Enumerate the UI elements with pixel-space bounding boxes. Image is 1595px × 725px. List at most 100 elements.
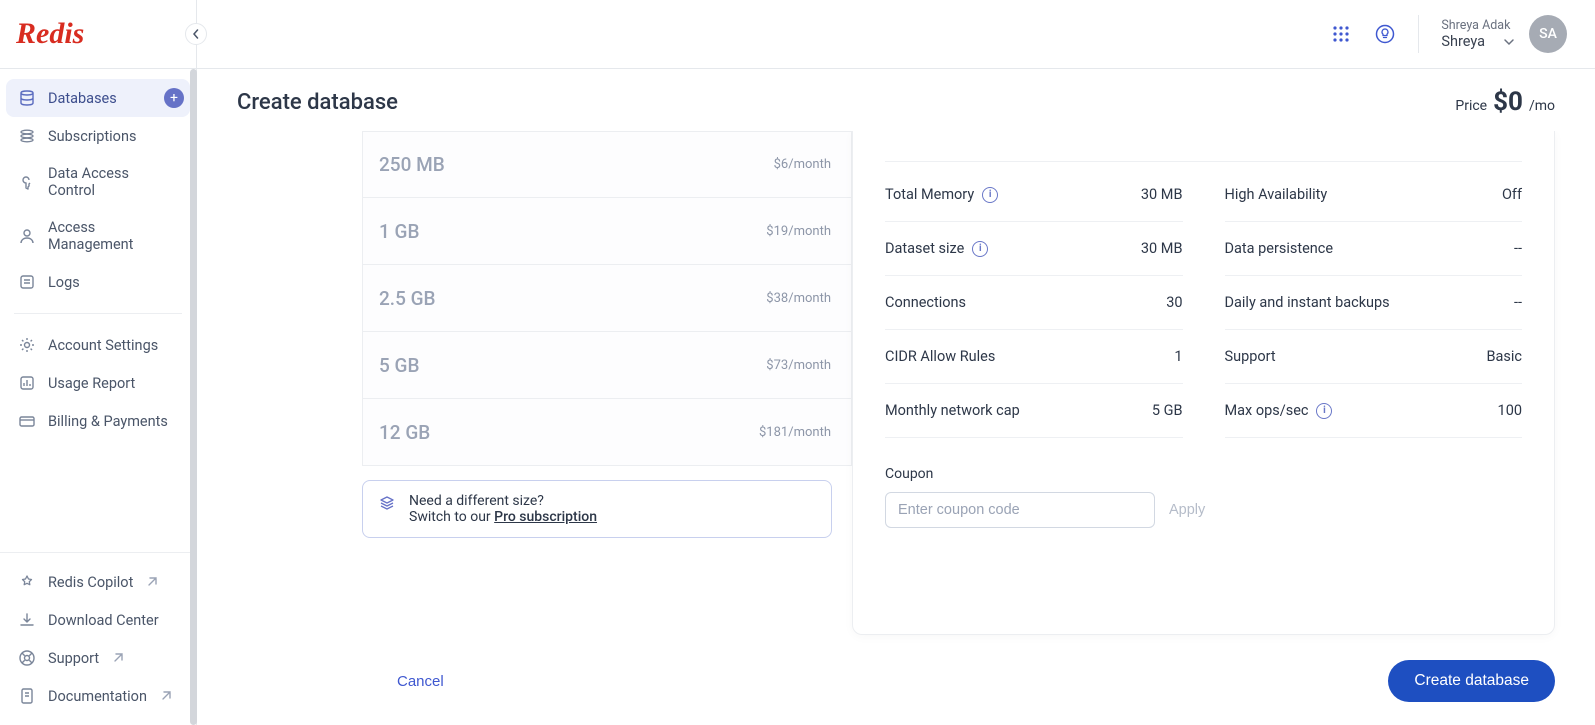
detail-label: Data persistence — [1225, 240, 1334, 257]
sidebar-item-redis-copilot[interactable]: Redis Copilot — [6, 563, 190, 601]
detail-label: Support — [1225, 348, 1276, 365]
tier-price: $6/month — [774, 157, 831, 172]
info-icon[interactable]: i — [982, 187, 998, 203]
sidebar: Redis Databases+ Subscriptions Data Access… — [0, 0, 197, 725]
pro-subscription-link[interactable]: Pro subscription — [494, 509, 597, 525]
price-unit: /mo — [1529, 98, 1555, 114]
detail-row: Monthly network cap 5 GB — [885, 384, 1183, 438]
account-switcher[interactable]: Shreya Adak Shreya SA — [1441, 15, 1567, 53]
sidebar-item-databases[interactable]: Databases+ — [6, 79, 190, 117]
main: Shreya Adak Shreya SA Create database Pr… — [197, 0, 1595, 725]
access-management-icon — [18, 227, 36, 245]
divider — [1418, 15, 1419, 53]
avatar[interactable]: SA — [1529, 15, 1567, 53]
divider — [885, 161, 1522, 162]
tier-option[interactable]: 1 GB$19/month — [362, 198, 852, 265]
create-database-button[interactable]: Create database — [1388, 660, 1555, 702]
detail-value: 5 GB — [1152, 402, 1183, 419]
price-amount: $0 — [1493, 87, 1523, 117]
nav-label: Redis Copilot — [48, 574, 133, 591]
sidebar-item-download-center[interactable]: Download Center — [6, 601, 190, 639]
detail-value: Basic — [1486, 348, 1522, 365]
tier-size: 1 GB — [379, 220, 419, 243]
lightbulb-icon[interactable] — [1374, 23, 1396, 45]
detail-row: Data persistence-- — [1225, 222, 1523, 276]
detail-label: Total Memory i — [885, 186, 998, 203]
coupon-section: Coupon Apply — [885, 466, 1522, 528]
divider — [14, 313, 182, 314]
tier-price: $38/month — [766, 291, 831, 306]
tier-option[interactable]: 250 MB$6/month — [362, 131, 852, 198]
detail-label: Daily and instant backups — [1225, 294, 1390, 311]
detail-row: CIDR Allow Rules1 — [885, 330, 1183, 384]
user-full-name: Shreya Adak — [1441, 18, 1515, 33]
redis-copilot-icon — [18, 573, 36, 591]
tier-size: 2.5 GB — [379, 287, 436, 310]
tier-price: $73/month — [766, 358, 831, 373]
sidebar-item-billing-payments[interactable]: Billing & Payments — [6, 402, 190, 440]
databases-icon — [18, 89, 36, 107]
detail-value: Off — [1502, 186, 1522, 203]
nav-label: Data Access Control — [48, 165, 178, 199]
price-display: Price $0/mo — [1455, 87, 1555, 117]
sidebar-item-data-access-control[interactable]: Data Access Control — [6, 155, 190, 209]
chevron-down-icon — [1503, 36, 1515, 48]
add-database-icon[interactable]: + — [164, 88, 184, 108]
nav-label: Support — [48, 650, 99, 667]
tier-option[interactable]: 5 GB $73/month — [362, 332, 852, 399]
detail-value: 30 MB — [1141, 240, 1183, 257]
nav-label: Logs — [48, 274, 80, 291]
coupon-apply-button[interactable]: Apply — [1169, 502, 1205, 518]
pro-hint-line1: Need a different size? — [409, 493, 597, 509]
sidebar-item-logs[interactable]: Logs — [6, 263, 190, 301]
info-icon[interactable]: i — [972, 241, 988, 257]
sidebar-links: Redis Copilot Download Center Support Docum… — [0, 552, 196, 725]
tier-size: 12 GB — [379, 421, 430, 444]
account-name: Shreya — [1441, 33, 1485, 50]
documentation-icon — [18, 687, 36, 705]
data-access-control-icon — [18, 173, 36, 191]
stack-icon — [379, 495, 395, 515]
sidebar-item-support[interactable]: Support — [6, 639, 190, 677]
account-settings-icon — [18, 336, 36, 354]
detail-label: Max ops/sec i — [1225, 402, 1333, 419]
detail-value: 30 MB — [1141, 186, 1183, 203]
detail-label: CIDR Allow Rules — [885, 348, 995, 365]
cancel-button[interactable]: Cancel — [397, 673, 444, 690]
nav-label: Access Management — [48, 219, 178, 253]
detail-value: 30 — [1166, 294, 1182, 311]
footer-actions: Cancel Create database — [197, 637, 1595, 725]
nav-label: Subscriptions — [48, 128, 136, 145]
detail-row: Daily and instant backups-- — [1225, 276, 1523, 330]
apps-grid-icon[interactable] — [1330, 23, 1352, 45]
pro-hint: Need a different size? Switch to our Pro… — [362, 480, 832, 538]
nav-label: Account Settings — [48, 337, 158, 354]
tier-option[interactable]: 2.5 GB $38/month — [362, 265, 852, 332]
download-center-icon — [18, 611, 36, 629]
detail-label: Connections — [885, 294, 966, 311]
tier-size: 5 GB — [379, 354, 419, 377]
brand-logo[interactable]: Redis — [16, 17, 84, 51]
nav-label: Download Center — [48, 612, 159, 629]
sidebar-item-access-management[interactable]: Access Management — [6, 209, 190, 263]
info-icon[interactable]: i — [1316, 403, 1332, 419]
detail-label: Monthly network cap — [885, 402, 1020, 419]
logs-icon — [18, 273, 36, 291]
sidebar-scrollbar[interactable] — [190, 69, 197, 725]
tier-price: $181/month — [759, 425, 831, 440]
coupon-input[interactable] — [885, 492, 1155, 528]
coupon-label: Coupon — [885, 466, 1522, 482]
usage-report-icon — [18, 374, 36, 392]
sidebar-item-account-settings[interactable]: Account Settings — [6, 326, 190, 364]
detail-row: Total Memory i 30 MB — [885, 168, 1183, 222]
plan-details: Total Memory i 30 MB Dataset size i 30 MB Co… — [852, 131, 1555, 635]
detail-value: 100 — [1498, 402, 1522, 419]
sidebar-item-subscriptions[interactable]: Subscriptions — [6, 117, 190, 155]
tier-option[interactable]: 12 GB $181/month — [362, 399, 852, 466]
detail-row: Connections 30 — [885, 276, 1183, 330]
page-title: Create database — [237, 90, 398, 115]
sidebar-item-usage-report[interactable]: Usage Report — [6, 364, 190, 402]
detail-label: Dataset size i — [885, 240, 988, 257]
detail-row: Support Basic — [1225, 330, 1523, 384]
sidebar-item-documentation[interactable]: Documentation — [6, 677, 190, 715]
